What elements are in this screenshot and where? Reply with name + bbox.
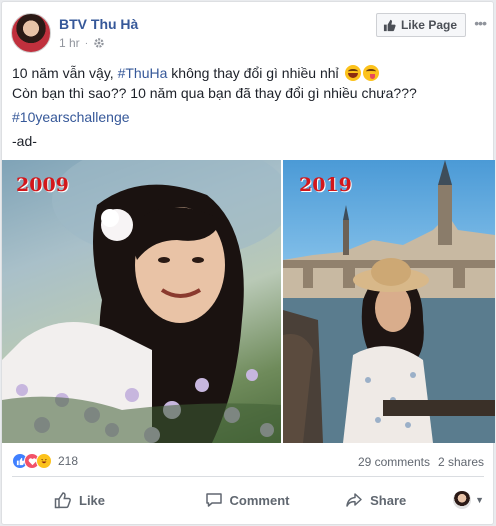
laughing-emoji-icon (344, 65, 361, 81)
reactions-summary[interactable]: 218 (12, 453, 78, 469)
post-stats: 218 29 comments 2 shares (12, 452, 484, 472)
post-header: BTV Thu Hà 1 hr · Like Page ••• (11, 11, 487, 55)
comment-label: Comment (229, 492, 290, 508)
post-actions: Like Comment Share ▼ (12, 482, 484, 518)
text-line1-prefix: 10 năm vẫn vậy, (12, 65, 118, 81)
like-button[interactable]: Like (12, 491, 183, 509)
shares-count-link[interactable]: 2 shares (438, 455, 484, 469)
haha-reaction-icon (36, 453, 52, 469)
share-button[interactable]: Share (311, 491, 440, 509)
hashtag-10yearschallenge-link[interactable]: #10yearschallenge (12, 109, 130, 125)
comment-bubble-icon (205, 493, 222, 507)
share-label: Share (370, 492, 407, 508)
post-card: BTV Thu Hà 1 hr · Like Page ••• 10 năm v… (1, 1, 495, 525)
post-photos: 2009 2019 (2, 160, 495, 443)
thumbs-up-outline-icon (54, 492, 71, 509)
viewer-selector[interactable]: ▼ (440, 491, 484, 509)
photo-2019-illustration (283, 160, 495, 443)
comments-count-link[interactable]: 29 comments (358, 455, 430, 469)
engagement-counts: 29 comments 2 shares (358, 455, 484, 469)
page-avatar[interactable] (11, 13, 51, 53)
post-meta: 1 hr · (59, 36, 105, 50)
photo-year-label: 2009 (16, 174, 69, 196)
post-text: 10 năm vẫn vậy, #ThuHa không thay đổi gì… (12, 63, 482, 155)
photo-2019[interactable]: 2019 (283, 160, 495, 443)
photo-year-label: 2019 (299, 174, 352, 196)
text-line2: Còn bạn thì sao?? 10 năm qua bạn đã thay… (12, 85, 417, 101)
chevron-down-icon: ▼ (475, 495, 485, 505)
viewer-avatar (453, 491, 472, 509)
like-page-button[interactable]: Like Page (375, 13, 466, 37)
hashtag-thuha-link[interactable]: #ThuHa (118, 65, 168, 81)
tongue-emoji-icon (362, 65, 379, 81)
text-line1-suffix: không thay đổi gì nhiều nhỉ (167, 65, 343, 81)
more-options-icon[interactable]: ••• (474, 15, 487, 31)
meta-separator: · (84, 37, 89, 49)
stats-divider (12, 476, 484, 477)
share-arrow-icon (346, 493, 362, 507)
page-name-link[interactable]: BTV Thu Hà (59, 16, 138, 32)
like-page-label: Like Page (400, 18, 457, 32)
reaction-count: 218 (58, 454, 79, 468)
thumbs-up-icon (383, 19, 396, 31)
comment-button[interactable]: Comment (183, 491, 312, 509)
post-time[interactable]: 1 hr (59, 36, 80, 50)
audience-gear-icon[interactable] (93, 37, 105, 49)
photo-2009[interactable]: 2009 (2, 160, 281, 443)
text-signoff: -ad- (12, 133, 37, 149)
photo-2009-illustration (2, 160, 281, 443)
like-label: Like (79, 492, 106, 508)
